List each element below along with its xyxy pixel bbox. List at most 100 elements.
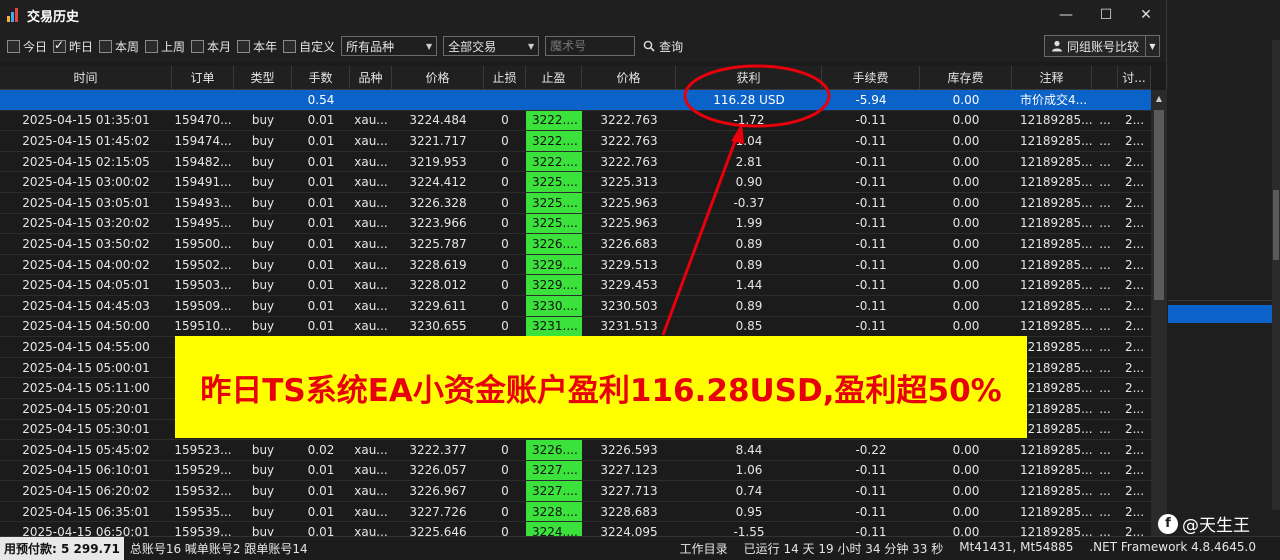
checkbox-this-week[interactable] [99,39,113,53]
scroll-up-icon[interactable]: ▲ [1151,90,1167,106]
column-header-time[interactable]: 时间 [0,66,172,89]
query-button[interactable]: 查询 [643,38,683,55]
background-scrollbar[interactable] [1272,40,1280,510]
table-row[interactable]: 2025-04-15 05:45:02 159523... buy 0.02 xau..… [0,440,1151,461]
cell-extra: ... [1099,298,1111,313]
background-selected-row[interactable] [1168,305,1272,323]
column-header-comment[interactable]: 注释 [1012,66,1092,89]
cell-time: 2025-04-15 05:20:01 [22,401,150,416]
compare-accounts-button[interactable]: 同组账号比较 ▼ [1043,35,1160,57]
cell-extra: ... [1099,319,1111,334]
summary-row[interactable]: 0.54 116.28 USD -5.94 0.00 市价成交4... [0,90,1151,111]
filter-this-week[interactable]: 本周 [99,38,139,55]
table-scrollbar[interactable]: ▲ [1151,90,1167,536]
social-logo-icon: f [1158,513,1178,534]
cell-type: buy [251,463,275,478]
cell-symbol: xau... [354,319,388,334]
close-button[interactable]: ✕ [1126,0,1166,30]
table-row[interactable]: 2025-04-15 04:45:03 159509... buy 0.01 xau..… [0,295,1151,317]
cell-type: buy [251,278,275,293]
cell-commission: -0.22 [855,442,887,457]
filter-today[interactable]: 今日 [7,38,47,55]
cell-profit: -1.72 [733,113,765,128]
cell-more: 2... [1124,422,1145,437]
filter-this-month[interactable]: 本月 [191,38,231,55]
cell-type: buy [251,236,275,251]
column-header-more[interactable]: 讨... [1118,66,1151,89]
column-header-extra[interactable] [1092,66,1118,89]
column-header-price[interactable]: 价格 [392,66,484,89]
column-header-type[interactable]: 类型 [234,66,292,89]
cell-tp: 3229.... [526,275,582,295]
table-row[interactable]: 2025-04-15 03:00:02 159491... buy 0.01 xau..… [0,172,1151,193]
filter-last-week[interactable]: 上周 [145,38,185,55]
filter-custom[interactable]: 自定义 [283,38,335,55]
checkbox-this-month[interactable] [191,39,205,53]
column-header-order[interactable]: 订单 [172,66,234,89]
magic-number-input[interactable] [545,36,636,56]
cell-order: 159535... [174,504,232,519]
cell-time: 2025-04-15 04:55:00 [22,339,150,354]
cell-order: 159529... [174,463,232,478]
trade-type-select[interactable]: 全部交易 ▼ [443,36,540,56]
column-header-sl[interactable]: 止损 [484,66,526,89]
framework-version: .NET Framework 4.8.4645.0 [1089,540,1256,554]
column-header-swap[interactable]: 库存费 [920,66,1012,89]
column-header-profit[interactable]: 获利 [676,66,822,89]
column-header-commission[interactable]: 手续费 [822,66,920,89]
cell-tp: 3229.... [526,254,582,275]
checkbox-this-year[interactable] [237,39,251,53]
cell-symbol: xau... [354,278,388,293]
cell-type: buy [251,216,275,231]
table-row[interactable]: 2025-04-15 03:50:02 159500... buy 0.01 xau..… [0,234,1151,255]
column-header-symbol[interactable]: 品种 [350,66,392,89]
table-row[interactable]: 2025-04-15 01:35:01 159470... buy 0.01 xau..… [0,110,1151,132]
maximize-button[interactable]: ☐ [1086,0,1126,30]
cell-comment: 12189285... [1020,195,1092,210]
cell-order: 159495... [174,216,232,231]
cell-lots: 0.01 [307,216,335,231]
table-row[interactable]: 2025-04-15 06:10:01 159529... buy 0.01 xau..… [0,460,1151,482]
table-row[interactable]: 2025-04-15 06:20:02 159532... buy 0.01 xau..… [0,481,1151,502]
background-divider [1168,300,1272,301]
chevron-down-icon[interactable]: ▼ [1145,36,1159,56]
table-row[interactable]: 2025-04-15 01:45:02 159474... buy 0.01 xau..… [0,131,1151,152]
minimize-button[interactable]: — [1046,0,1086,30]
table-row[interactable]: 2025-04-15 06:35:01 159535... buy 0.01 xau..… [0,501,1151,523]
column-header-tp[interactable]: 止盈 [526,66,582,89]
table-row[interactable]: 2025-04-15 02:15:05 159482... buy 0.01 xau..… [0,151,1151,173]
cell-commission: -0.11 [855,319,887,334]
cell-profit: 1.99 [735,216,763,231]
balance-text: 用预付款: 5 299.71 [0,537,124,560]
cell-comment: 12189285... [1020,216,1092,231]
cell-time: 2025-04-15 04:50:00 [22,319,150,334]
cell-price: 3229.611 [409,298,467,313]
table-row[interactable]: 2025-04-15 04:00:02 159502... buy 0.01 xau..… [0,254,1151,276]
table-row[interactable]: 2025-04-15 04:50:00 159510... buy 0.01 xau..… [0,316,1151,338]
table-row[interactable]: 2025-04-15 03:20:02 159495... buy 0.01 xau..… [0,213,1151,235]
work-dir-link[interactable]: 工作目录 [680,540,728,557]
checkbox-last-week[interactable] [145,39,159,53]
scrollbar-thumb[interactable] [1154,110,1164,300]
cell-extra: ... [1099,133,1111,148]
checkbox-custom[interactable] [283,39,297,53]
column-header-lots[interactable]: 手数 [292,66,350,89]
column-header-price-close[interactable]: 价格 [582,66,676,89]
cell-swap: 0.00 [952,319,980,334]
cell-symbol: xau... [354,133,388,148]
cell-sl: 0 [501,278,509,293]
table-row[interactable]: 2025-04-15 03:05:01 159493... buy 0.01 xau..… [0,192,1151,214]
checkbox-today[interactable] [7,39,20,53]
filter-yesterday[interactable]: 昨日 [53,38,93,55]
symbol-select[interactable]: 所有品种 ▼ [341,36,438,56]
table-row[interactable]: 2025-04-15 04:05:01 159503... buy 0.01 xau..… [0,275,1151,296]
banner-text: 昨日TS系统EA小资金账户盈利116.28USD,盈利超50% [200,372,1002,409]
filter-this-year[interactable]: 本年 [237,38,277,55]
cell-profit: 0.85 [735,319,763,334]
background-scrollbar-thumb[interactable] [1273,190,1279,260]
cell-extra: ... [1099,257,1111,272]
checkbox-yesterday[interactable] [53,38,67,53]
cell-time: 2025-04-15 04:45:03 [22,298,150,313]
cell-extra: ... [1099,463,1111,478]
cell-swap: 0.00 [952,133,980,148]
